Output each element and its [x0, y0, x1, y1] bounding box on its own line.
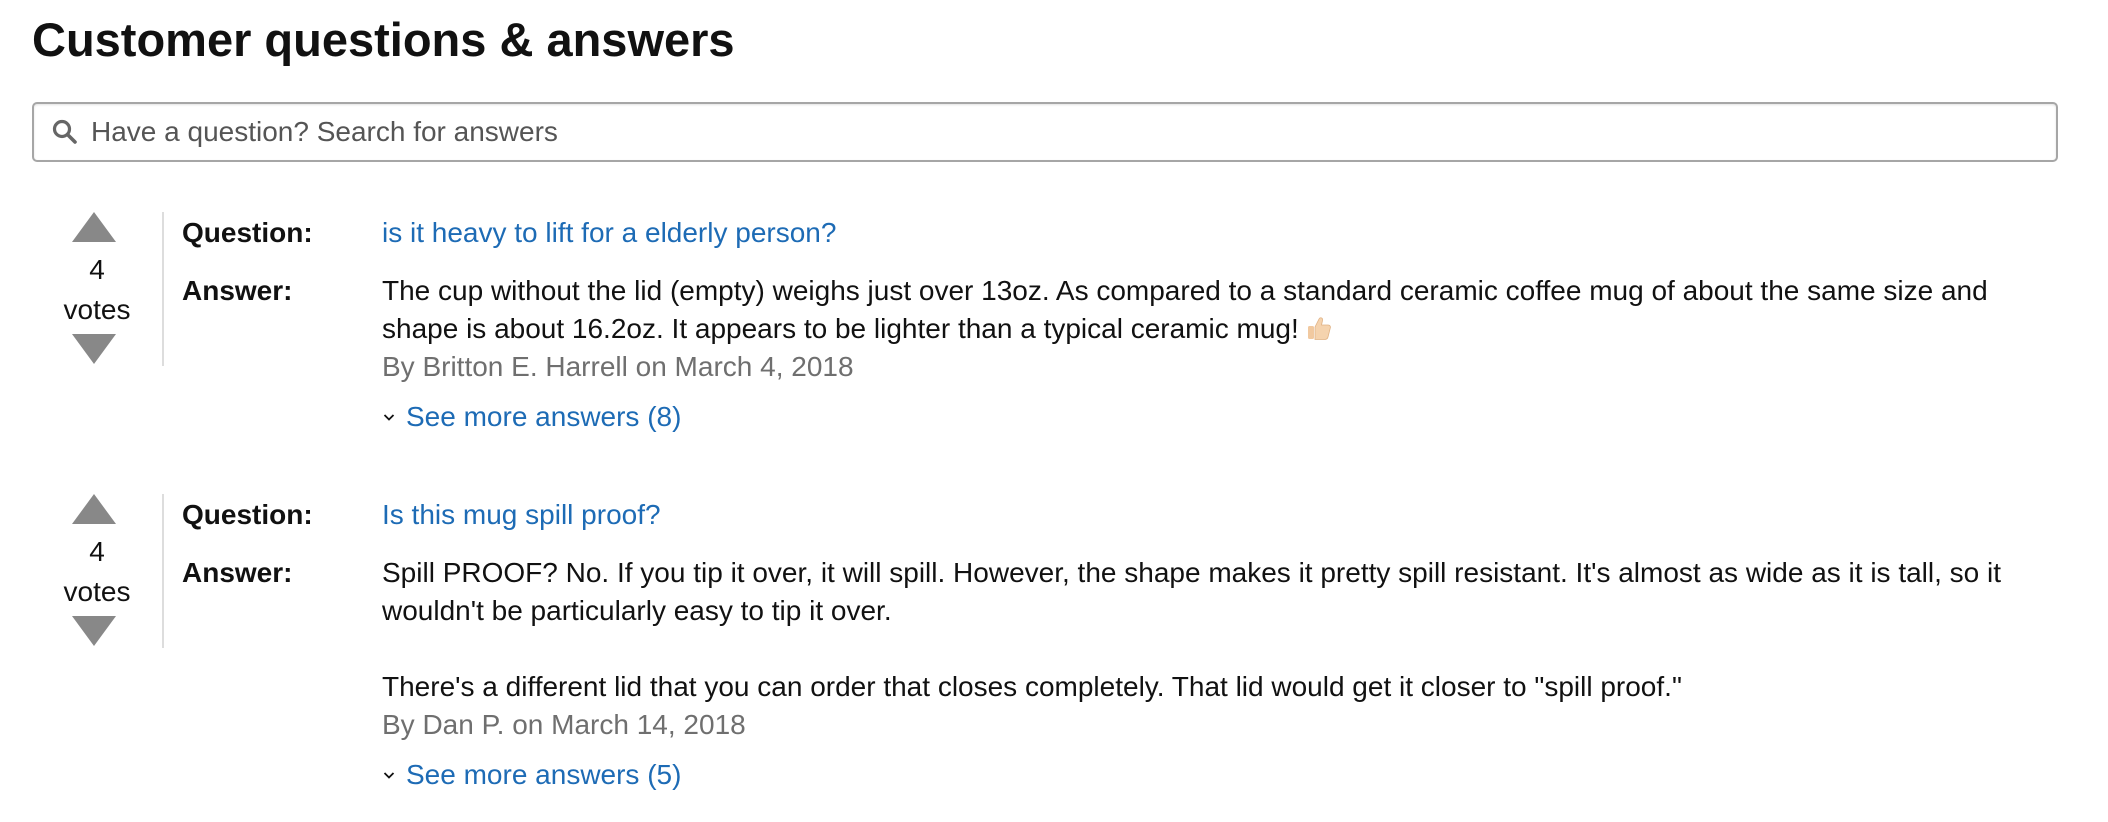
downvote-arrow-icon[interactable]	[72, 616, 116, 646]
answer-block: The cup without the lid (empty) weighs j…	[382, 272, 2062, 436]
answer-text: The cup without the lid (empty) weighs j…	[382, 272, 2062, 348]
answer-byline: By Britton E. Harrell on March 4, 2018	[382, 351, 854, 382]
section-title: Customer questions & answers	[32, 13, 735, 66]
vote-count: 4 votes	[32, 532, 162, 612]
vote-count: 4 votes	[32, 250, 162, 330]
question-row: Is this mug spill proof?	[382, 496, 2062, 534]
chevron-down-icon	[382, 410, 396, 424]
answer-byline: By Dan P. on March 14, 2018	[382, 709, 746, 740]
search-icon	[51, 118, 79, 146]
question-link[interactable]: Is this mug spill proof?	[382, 499, 661, 530]
answer-paragraph: The cup without the lid (empty) weighs j…	[382, 275, 1988, 344]
vote-count-label: votes	[63, 576, 131, 607]
vote-widget: 4 votes	[32, 212, 164, 366]
vote-count-label: votes	[63, 294, 131, 325]
answer-paragraph: There's a different lid that you can ord…	[382, 671, 1682, 702]
question-label: Question:	[182, 499, 313, 530]
see-more-answers-link[interactable]: See more answers (8)	[382, 398, 681, 436]
search-input[interactable]	[91, 107, 2056, 157]
question-link[interactable]: is it heavy to lift for a elderly person…	[382, 217, 836, 248]
answer-label: Answer:	[182, 557, 293, 588]
see-more-answers-label: See more answers (8)	[406, 401, 682, 432]
answer-paragraph: Spill PROOF? No. If you tip it over, it …	[382, 557, 2002, 626]
vote-widget: 4 votes	[32, 494, 164, 648]
see-more-answers-label: See more answers (5)	[406, 759, 682, 790]
upvote-arrow-icon[interactable]	[72, 212, 116, 242]
chevron-down-icon	[382, 768, 396, 782]
search-box[interactable]	[32, 102, 2058, 162]
answer-block: Spill PROOF? No. If you tip it over, it …	[382, 554, 2062, 794]
answer-label: Answer:	[182, 275, 293, 306]
upvote-arrow-icon[interactable]	[72, 494, 116, 524]
answer-text: Spill PROOF? No. If you tip it over, it …	[382, 554, 2062, 706]
question-row: is it heavy to lift for a elderly person…	[382, 214, 2062, 252]
downvote-arrow-icon[interactable]	[72, 334, 116, 364]
thumbs-up-icon	[1305, 314, 1333, 342]
question-label: Question:	[182, 217, 313, 248]
vote-count-number: 4	[89, 536, 105, 567]
vote-count-number: 4	[89, 254, 105, 285]
see-more-answers-link[interactable]: See more answers (5)	[382, 756, 681, 794]
